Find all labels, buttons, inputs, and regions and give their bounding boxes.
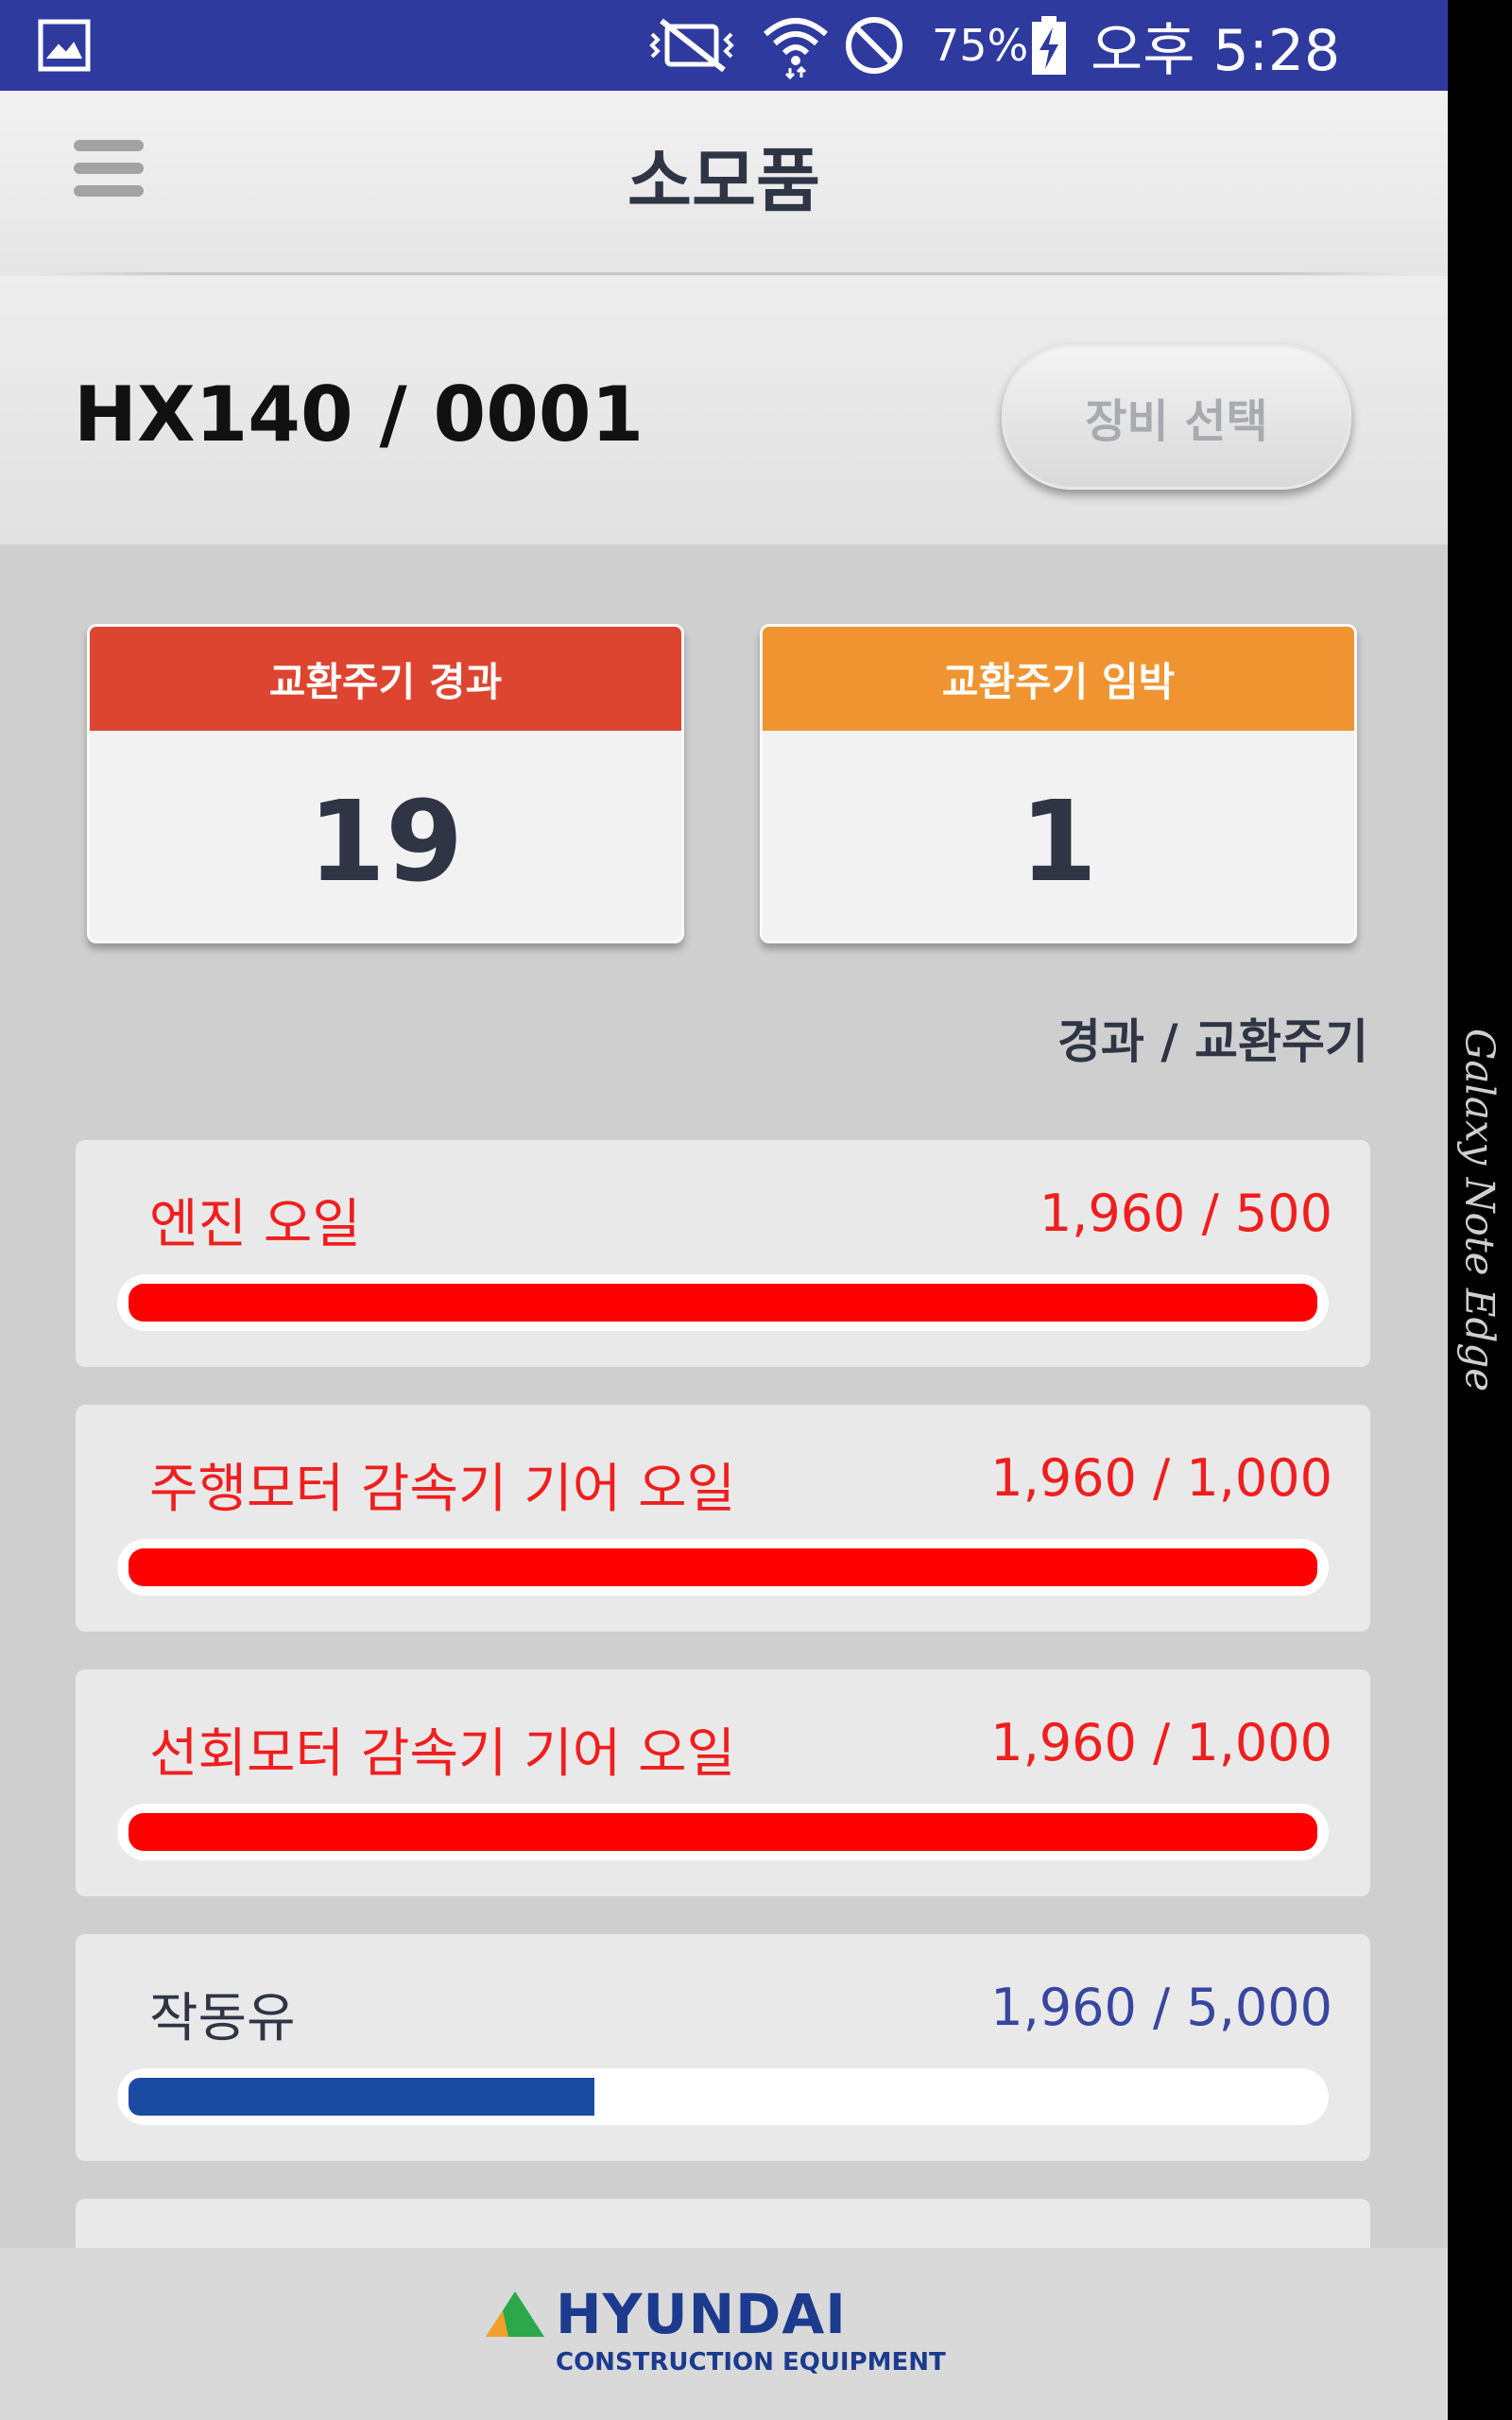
machine-bar: HX140 / 0001 장비 선택 xyxy=(0,276,1448,544)
device-edge-label: Galaxy Note Edge xyxy=(1456,1028,1503,1392)
progress-fill xyxy=(129,1548,1317,1586)
overdue-count: 19 xyxy=(307,776,464,907)
due-soon-card-label: 교환주기 임박 xyxy=(763,627,1354,731)
page-title: 소모품 xyxy=(627,141,821,222)
consumable-name: 선회모터 감속기 기어 오일 xyxy=(149,1723,736,1785)
hyundai-logo: HYUNDAI CONSTRUCTION EQUIPMENT xyxy=(484,2282,975,2386)
consumable-name: 주행모터 감속기 기어 오일 xyxy=(149,1459,736,1520)
footer: HYUNDAI CONSTRUCTION EQUIPMENT xyxy=(0,2248,1448,2420)
due-soon-summary-card[interactable]: 교환주기 임박 1 xyxy=(760,624,1357,943)
status-bar: 75% 오후 5:28 xyxy=(0,0,1448,91)
app-screen: 75% 오후 5:28 소모품 HX140 / 0001 장비 선택 교환주기 … xyxy=(0,0,1448,2420)
consumable-hours: 1,960 / 500 xyxy=(1039,1184,1332,1243)
consumable-hours: 1,960 / 5,000 xyxy=(990,1978,1332,2037)
consumable-item-hydraulic-oil[interactable]: 작동유 1,960 / 5,000 xyxy=(76,1934,1370,2161)
header-divider xyxy=(38,272,1410,275)
progress-track xyxy=(117,1539,1329,1596)
consumable-hours: 1,960 / 1,000 xyxy=(990,1713,1332,1772)
progress-fill xyxy=(129,1813,1317,1851)
brand-name: HYUNDAI xyxy=(556,2282,847,2346)
due-soon-count: 1 xyxy=(1019,776,1098,907)
consumable-hours: 1,960 / 1,000 xyxy=(990,1448,1332,1508)
progress-fill xyxy=(129,1284,1317,1322)
consumable-name: 작동유 xyxy=(149,1988,296,2049)
consumable-item-travel-motor-gear-oil[interactable]: 주행모터 감속기 기어 오일 1,960 / 1,000 xyxy=(76,1405,1370,1632)
progress-track xyxy=(117,2068,1329,2125)
overdue-summary-card[interactable]: 교환주기 경과 19 xyxy=(87,624,684,943)
brand-subtitle: CONSTRUCTION EQUIPMENT xyxy=(556,2348,946,2377)
app-header: 소모품 xyxy=(0,91,1448,276)
progress-fill xyxy=(129,2078,595,2116)
consumable-item-engine-oil[interactable]: 엔진 오일 1,960 / 500 xyxy=(76,1140,1370,1367)
select-equipment-button[interactable]: 장비 선택 xyxy=(1002,344,1351,490)
column-caption: 경과 / 교환주기 xyxy=(1057,1014,1368,1069)
machine-id: HX140 / 0001 xyxy=(74,371,644,458)
do-not-disturb-icon xyxy=(843,0,905,91)
gallery-icon xyxy=(38,0,91,91)
consumable-item-swing-motor-gear-oil[interactable]: 선회모터 감속기 기어 오일 1,960 / 1,000 xyxy=(76,1669,1370,1896)
progress-track xyxy=(117,1804,1329,1860)
consumable-name: 엔진 오일 xyxy=(149,1194,361,1255)
battery-percent: 75% xyxy=(932,20,1029,71)
overdue-card-label: 교환주기 경과 xyxy=(90,627,681,731)
progress-track xyxy=(117,1274,1329,1331)
clock: 오후 5:28 xyxy=(1091,17,1341,84)
battery-charging-icon xyxy=(1030,0,1068,91)
wifi-icon xyxy=(762,0,830,91)
vibrate-mute-icon xyxy=(646,0,737,91)
